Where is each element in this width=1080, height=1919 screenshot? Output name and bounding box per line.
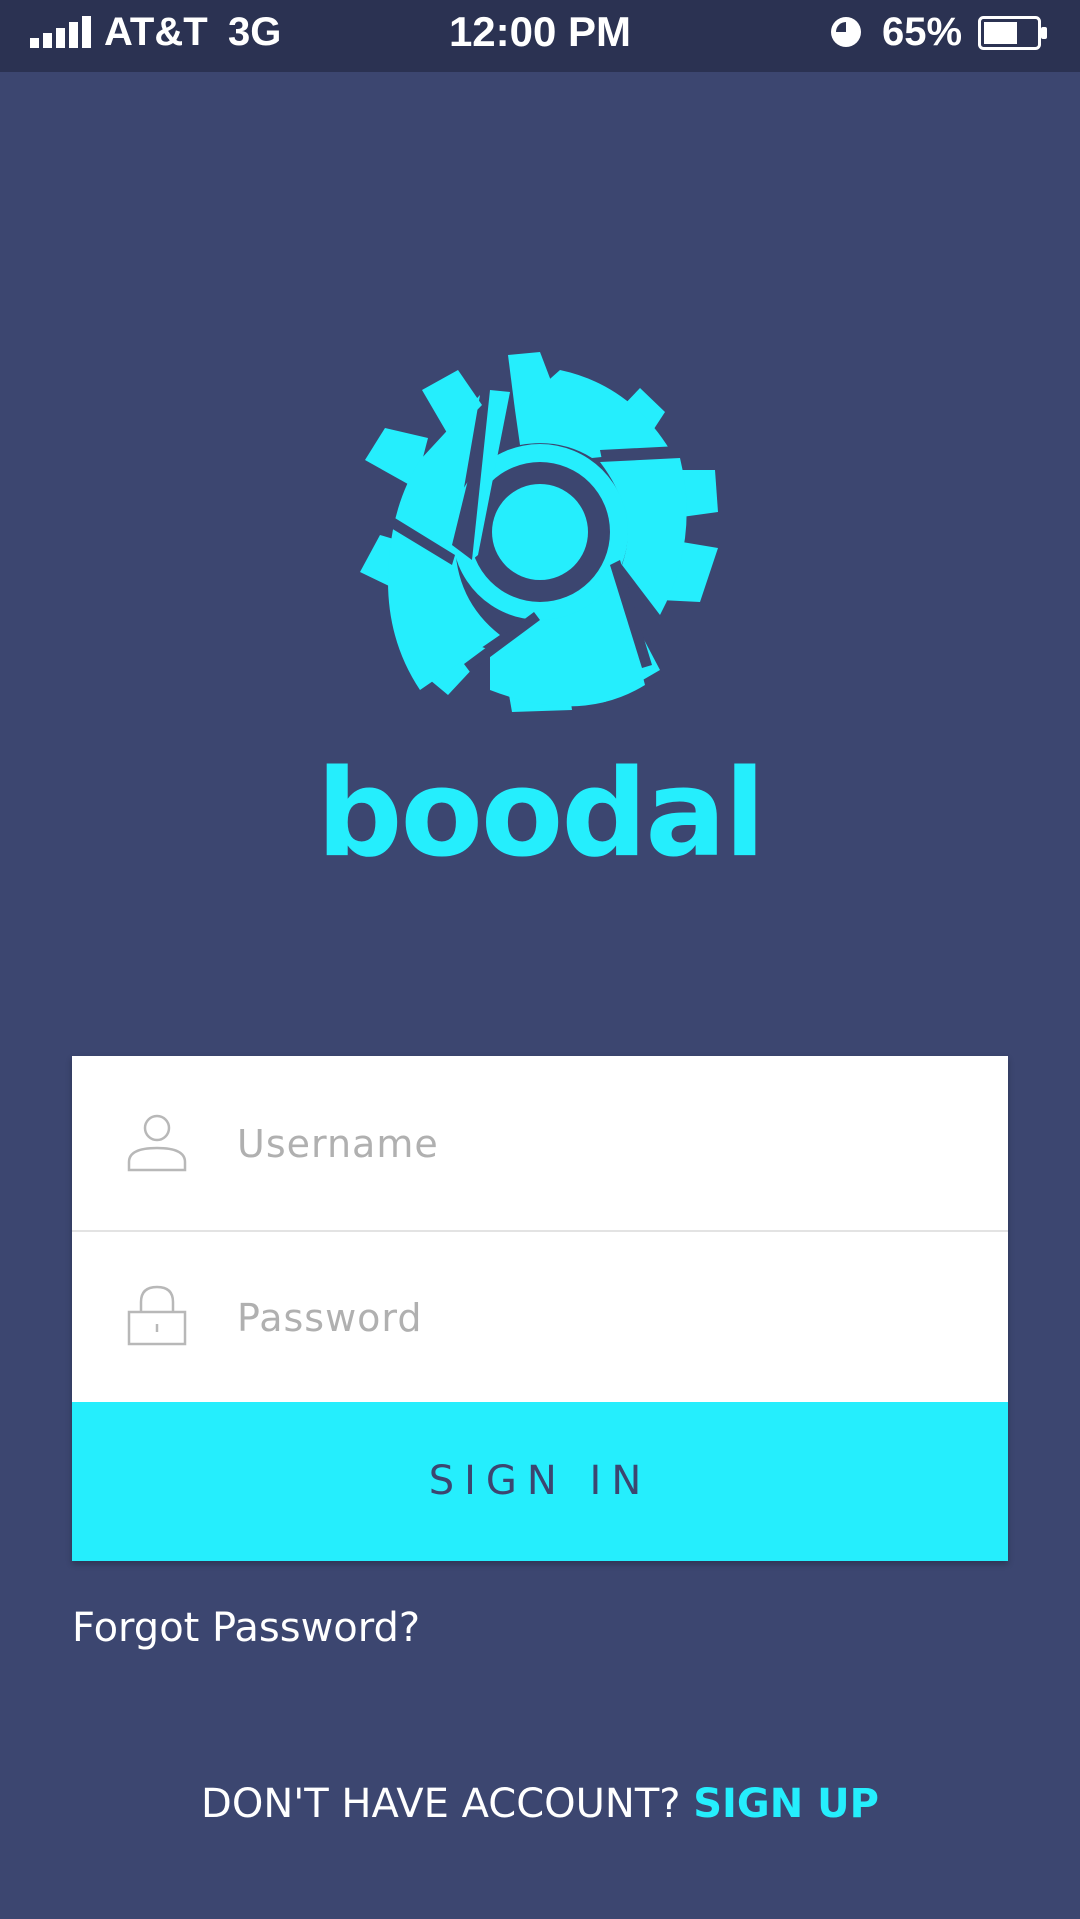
password-field-row (72, 1234, 1008, 1402)
brand-name: boodal (316, 745, 766, 884)
signup-row: DON'T HAVE ACCOUNT? SIGN UP (0, 1776, 1080, 1832)
user-icon (127, 1114, 187, 1172)
sign-in-button[interactable]: SIGN IN (72, 1402, 1008, 1561)
gear-logo-icon (360, 352, 718, 712)
username-input[interactable] (237, 1096, 957, 1192)
alarm-clock-icon (831, 17, 861, 47)
battery-percent: 65% (882, 10, 963, 54)
password-input[interactable] (237, 1270, 957, 1366)
signup-prompt: DON'T HAVE ACCOUNT? (201, 1781, 694, 1827)
battery-icon (978, 16, 1047, 50)
sign-up-link[interactable]: SIGN UP (693, 1781, 879, 1827)
forgot-password-link[interactable]: Forgot Password? (72, 1600, 420, 1656)
username-field-row (72, 1056, 1008, 1232)
lock-icon (127, 1285, 187, 1346)
login-form: SIGN IN (72, 1056, 1008, 1561)
status-bar: AT&T 3G 12:00 PM 65% (0, 0, 1080, 72)
